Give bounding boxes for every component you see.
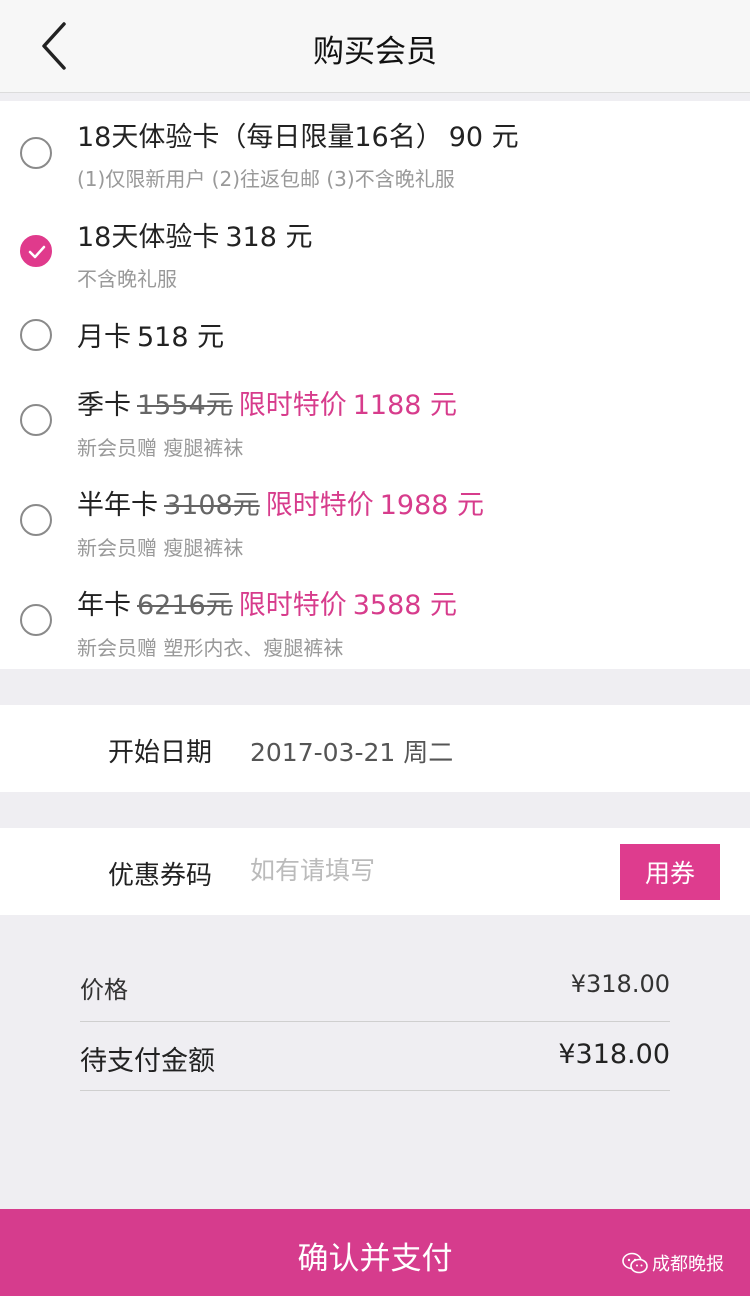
price-value: ¥318.00 [570,970,670,998]
watermark-text: 成都晚报 [652,1254,724,1275]
original-price: 3108元 [164,490,260,521]
plan-list: 18天体验卡（每日限量16名） 90 元 (1)仅限新用户 (2)往返包邮 (3)… [0,101,750,669]
plan-option-half-year[interactable]: 半年卡 3108元 限时特价 1988 元 新会员赠 瘦腿裤袜 [0,469,750,569]
plan-option-annual[interactable]: 年卡 6216元 限时特价 3588 元 新会员赠 塑形内衣、瘦腿裤袜 [0,569,750,669]
coupon-row: 优惠券码 用券 [0,828,750,915]
plan-note: (1)仅限新用户 (2)往返包邮 (3)不含晚礼服 [77,167,455,191]
plan-option-trial-318[interactable]: 18天体验卡 318 元 不含晚礼服 [0,201,750,301]
promo-label: 限时特价 [238,390,347,421]
plan-price: 3588 元 [352,590,458,621]
plan-price: 90 元 [448,122,519,153]
radio-button[interactable] [20,504,52,536]
coupon-code-input[interactable] [250,850,590,890]
plan-price: 1988 元 [379,490,485,521]
coupon-label: 优惠券码 [108,861,213,891]
radio-button[interactable] [20,604,52,636]
plan-option-monthly[interactable]: 月卡 518 元 [0,301,750,369]
plan-note: 不含晚礼服 [77,267,177,291]
nav-bar: 购买会员 [0,0,750,93]
radio-button[interactable] [20,319,52,351]
original-price: 1554元 [137,390,233,421]
radio-button[interactable] [20,137,52,169]
divider [80,1090,670,1091]
checkmark-icon [28,245,46,259]
plan-name: 18天体验卡 [77,222,220,253]
radio-button[interactable] [20,404,52,436]
plan-price: 318 元 [225,222,313,253]
promo-label: 限时特价 [238,590,347,621]
price-label: 价格 [80,976,128,1004]
original-price: 6216元 [137,590,233,621]
plan-note: 新会员赠 瘦腿裤袜 [77,436,244,460]
start-date-value[interactable]: 2017-03-21 周二 [250,733,453,769]
plan-name: 季卡 [77,390,131,421]
amount-due-value: ¥318.00 [558,1039,670,1070]
divider [80,1021,670,1022]
plan-name: 年卡 [77,590,131,621]
page-title: 购买会员 [313,34,437,70]
radio-button-selected[interactable] [20,235,52,267]
plan-note: 新会员赠 塑形内衣、瘦腿裤袜 [77,636,344,660]
promo-label: 限时特价 [265,490,374,521]
start-date-row[interactable]: 开始日期 2017-03-21 周二 [0,705,750,792]
plan-name: 18天体验卡（每日限量16名） [77,122,443,153]
plan-price: 518 元 [137,322,225,353]
plan-option-quarterly[interactable]: 季卡 1554元 限时特价 1188 元 新会员赠 瘦腿裤袜 [0,369,750,469]
plan-note: 新会员赠 瘦腿裤袜 [77,536,244,560]
plan-option-trial-90[interactable]: 18天体验卡（每日限量16名） 90 元 (1)仅限新用户 (2)往返包邮 (3)… [0,101,750,201]
plan-name: 月卡 [77,322,131,353]
amount-due-label: 待支付金额 [80,1046,215,1077]
wechat-icon [622,1252,648,1274]
plan-price: 1188 元 [352,390,458,421]
apply-coupon-button[interactable]: 用券 [620,844,720,900]
plan-name: 半年卡 [77,490,158,521]
start-date-label: 开始日期 [108,738,213,768]
